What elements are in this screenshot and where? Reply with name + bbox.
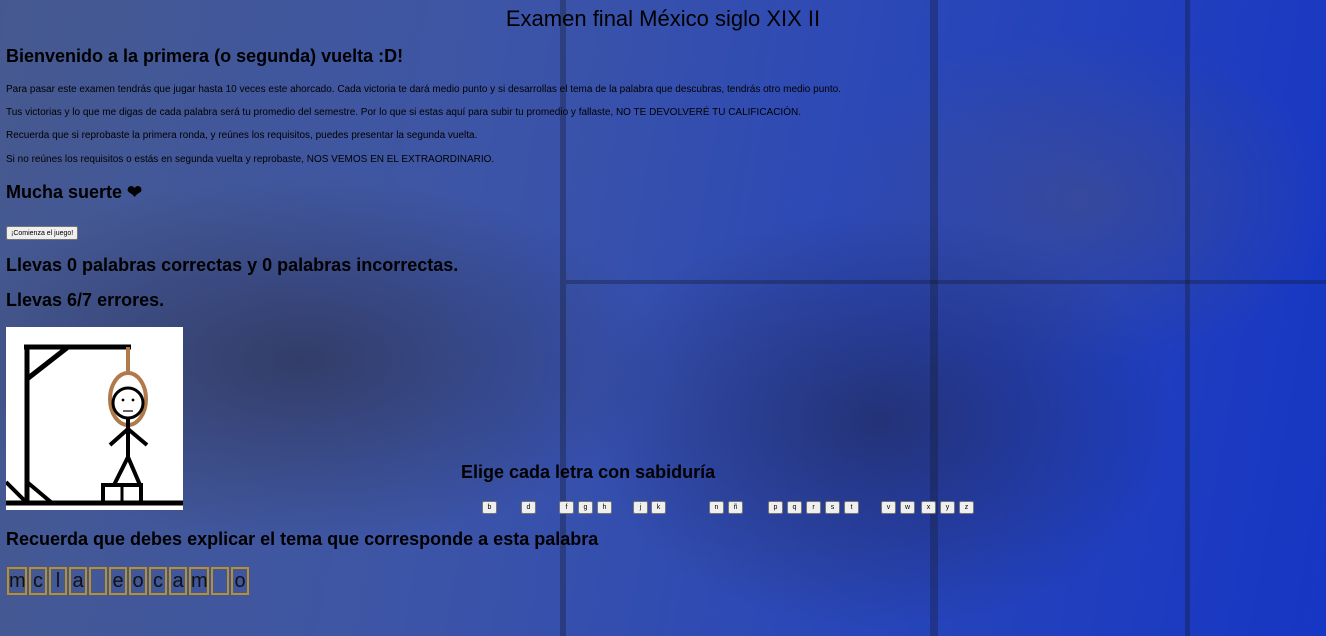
word-tile: a <box>169 567 187 595</box>
letter-button-p[interactable]: p <box>768 501 783 514</box>
welcome-heading: Bienvenido a la primera (o segunda) vuel… <box>6 46 404 66</box>
luck-heading: Mucha suerte ❤ <box>6 182 143 202</box>
letter-button-g[interactable]: g <box>578 501 593 514</box>
letter-button-z[interactable]: z <box>959 501 974 514</box>
word-tile <box>211 567 229 595</box>
word-tile: o <box>231 567 249 595</box>
errors-text: Llevas 6/7 errores. <box>6 290 165 310</box>
letter-button-d[interactable]: d <box>521 501 536 514</box>
letter-button-n[interactable]: n <box>709 501 724 514</box>
background-window-frame <box>566 280 1326 284</box>
letter-button-w[interactable]: w <box>900 501 915 514</box>
word-tile: c <box>149 567 167 595</box>
word-tile: e <box>109 567 127 595</box>
instruction-paragraph: Para pasar este examen tendrás que jugar… <box>6 84 841 95</box>
page-title: Examen final México siglo XIX II <box>505 6 821 31</box>
instruction-paragraph: Si no reúnes los requisitos o estás en s… <box>6 154 495 165</box>
letter-button-s[interactable]: s <box>825 501 840 514</box>
start-game-button[interactable]: ¡Comienza el juego! <box>6 226 79 240</box>
instruction-paragraph: Recuerda que si reprobaste la primera ro… <box>6 130 478 141</box>
hangman-drawing <box>4 327 183 510</box>
letter-button-r[interactable]: r <box>806 501 821 514</box>
letter-button-k[interactable]: k <box>651 501 666 514</box>
score-text: Llevas 0 palabras correctas y 0 palabras… <box>6 255 459 275</box>
word-tile: o <box>129 567 147 595</box>
instruction-paragraph: Tus victorias y lo que me digas de cada … <box>6 107 801 118</box>
letter-button-t[interactable]: t <box>844 501 859 514</box>
letter-button-ñ[interactable]: ñ <box>728 501 743 514</box>
letter-button-j[interactable]: j <box>633 501 648 514</box>
letters-heading: Elige cada letra con sabiduría <box>461 462 716 482</box>
background-window-frame <box>930 0 938 636</box>
letter-button-h[interactable]: h <box>597 501 612 514</box>
word-tile: m <box>189 567 209 595</box>
remember-heading: Recuerda que debes explicar el tema que … <box>6 529 599 549</box>
word-tile: a <box>69 567 87 595</box>
word-tile: l <box>49 567 67 595</box>
letter-button-y[interactable]: y <box>940 501 955 514</box>
letter-button-v[interactable]: v <box>881 501 896 514</box>
word-tile <box>89 567 107 595</box>
word-tile: m <box>7 567 27 595</box>
letter-button-b[interactable]: b <box>482 501 497 514</box>
word-tile: c <box>29 567 47 595</box>
word-display: m c l a e o c a m o <box>7 567 251 595</box>
letter-button-q[interactable]: q <box>787 501 802 514</box>
letter-button-x[interactable]: x <box>921 501 936 514</box>
letter-button-f[interactable]: f <box>559 501 574 514</box>
background-window-frame <box>1185 0 1190 636</box>
